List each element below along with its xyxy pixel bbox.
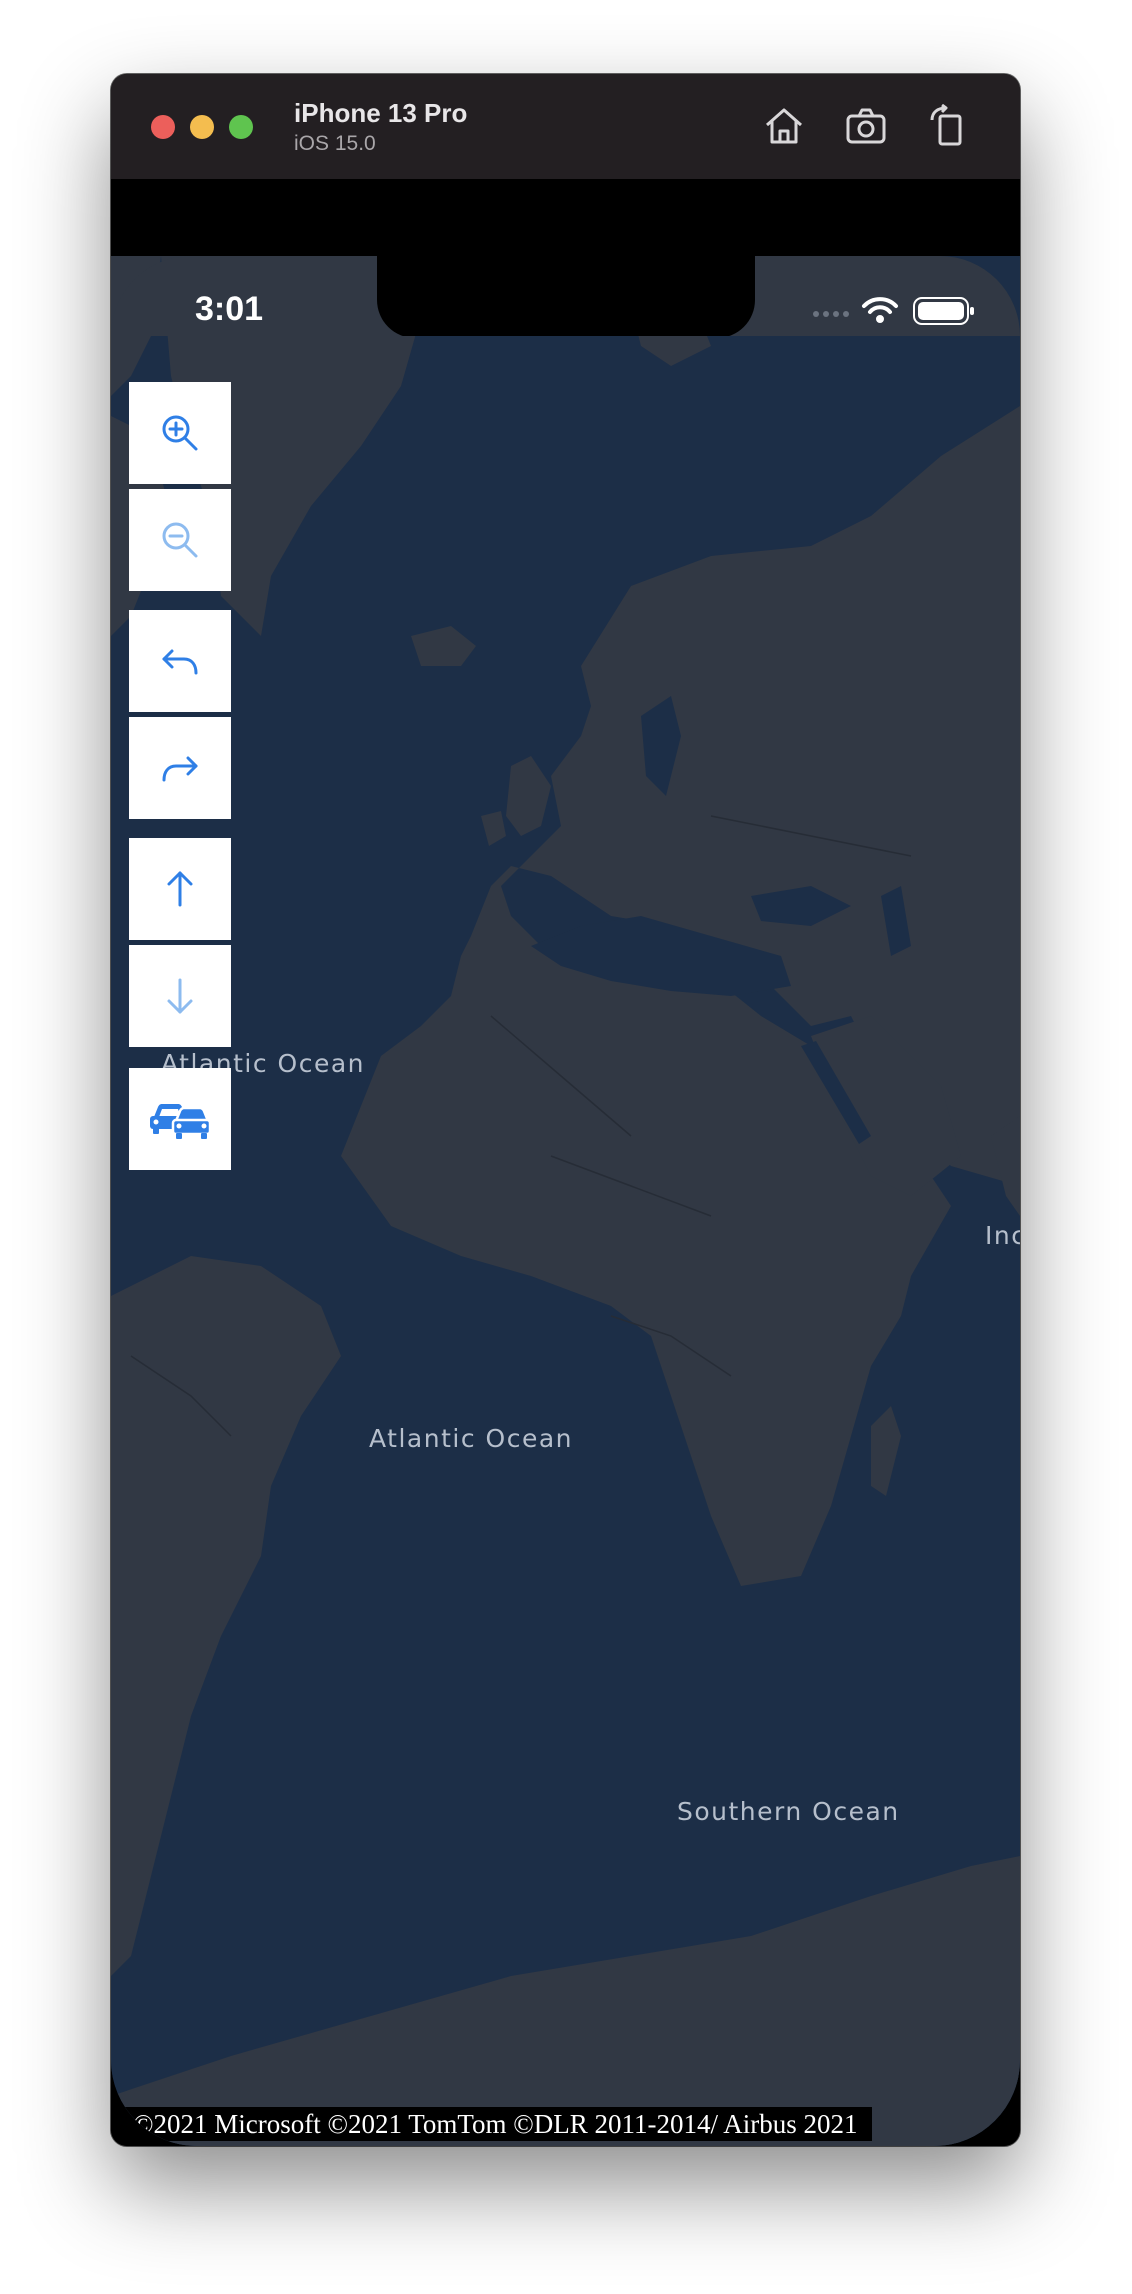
- zoom-out-button[interactable]: [129, 489, 231, 591]
- simulator-window: iPhone 13 Pro iOS 15.0 3:01 Atlantic Oce…: [111, 74, 1020, 2146]
- wifi-icon: [862, 297, 898, 323]
- map-label-southern-ocean: Southern Ocean: [677, 1797, 900, 1826]
- pitch-up-button[interactable]: [129, 838, 231, 940]
- map-copyright: ©2021 Microsoft ©2021 TomTom ©DLR 2011-2…: [121, 2107, 872, 2141]
- rotate-icon[interactable]: [926, 104, 970, 148]
- map-canvas[interactable]: [111, 256, 1020, 2146]
- arrow-down-icon: [167, 978, 193, 1014]
- map-label-south-atlantic: Atlantic Ocean: [369, 1424, 573, 1453]
- map-label-indian-partial: Inc: [985, 1221, 1020, 1250]
- close-window-button[interactable]: [151, 115, 175, 139]
- status-icons-svg: [813, 297, 974, 325]
- arrow-up-icon: [167, 871, 193, 907]
- pitch-down-button[interactable]: [129, 945, 231, 1047]
- traffic-button[interactable]: [129, 1068, 231, 1170]
- rotate-left-button[interactable]: [129, 610, 231, 712]
- screenshot-icon[interactable]: [844, 104, 888, 148]
- device-notch: [377, 256, 755, 336]
- traffic-cars-icon: [150, 1104, 212, 1139]
- rotate-left-icon: [162, 649, 198, 675]
- battery-icon: [913, 297, 974, 325]
- zoom-in-icon: [162, 415, 198, 451]
- os-version: iOS 15.0: [294, 132, 376, 155]
- rotate-right-button[interactable]: [129, 717, 231, 819]
- map-view[interactable]: 3:01 Atlantic Ocean Atlantic Ocean South…: [111, 256, 1020, 2146]
- home-icon[interactable]: [762, 104, 806, 148]
- simulator-titlebar: iPhone 13 Pro iOS 15.0: [111, 74, 1020, 179]
- status-icons: [810, 296, 980, 326]
- rotate-right-icon: [162, 756, 198, 782]
- zoom-in-button[interactable]: [129, 382, 231, 484]
- fullscreen-window-button[interactable]: [229, 115, 253, 139]
- minimize-window-button[interactable]: [190, 115, 214, 139]
- device-name: iPhone 13 Pro: [294, 98, 468, 128]
- signal-dots-icon: [813, 311, 849, 317]
- device-frame: 3:01 Atlantic Ocean Atlantic Ocean South…: [111, 179, 1020, 2146]
- status-time: 3:01: [195, 290, 264, 328]
- zoom-out-icon: [162, 522, 198, 558]
